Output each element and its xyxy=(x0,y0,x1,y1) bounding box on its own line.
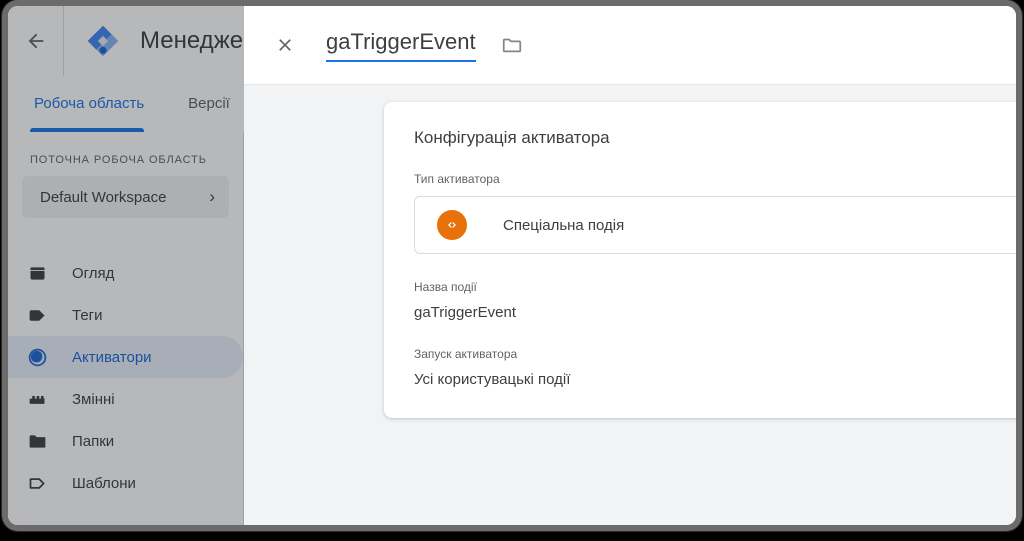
trigger-type-value: Спеціальна подія xyxy=(503,216,625,234)
trigger-dialog: gaTriggerEvent Конфігурація активатора Т… xyxy=(244,6,1016,525)
browser-window: Менеджер т Робоча область Версії ПОТОЧНА… xyxy=(8,6,1016,525)
dialog-body: Конфігурація активатора Тип активатора С… xyxy=(244,85,1016,525)
close-icon[interactable] xyxy=(266,26,304,64)
folder-icon[interactable] xyxy=(498,31,526,59)
trigger-configuration-card: Конфігурація активатора Тип активатора С… xyxy=(384,102,1016,418)
dialog-header: gaTriggerEvent xyxy=(244,6,1016,85)
fire-on-value: Усі користувацькі події xyxy=(414,371,571,388)
event-name-label: Назва події xyxy=(414,280,477,294)
fire-on-label: Запуск активатора xyxy=(414,347,518,361)
trigger-name-input[interactable]: gaTriggerEvent xyxy=(326,28,476,62)
trigger-type-label: Тип активатора xyxy=(414,172,500,186)
trigger-type-box[interactable]: Спеціальна подія xyxy=(414,196,1016,254)
event-name-value: gaTriggerEvent xyxy=(414,304,516,321)
code-brackets-icon xyxy=(437,210,467,240)
card-title: Конфігурація активатора xyxy=(414,128,610,147)
dialog-title-wrap: gaTriggerEvent xyxy=(326,28,526,62)
